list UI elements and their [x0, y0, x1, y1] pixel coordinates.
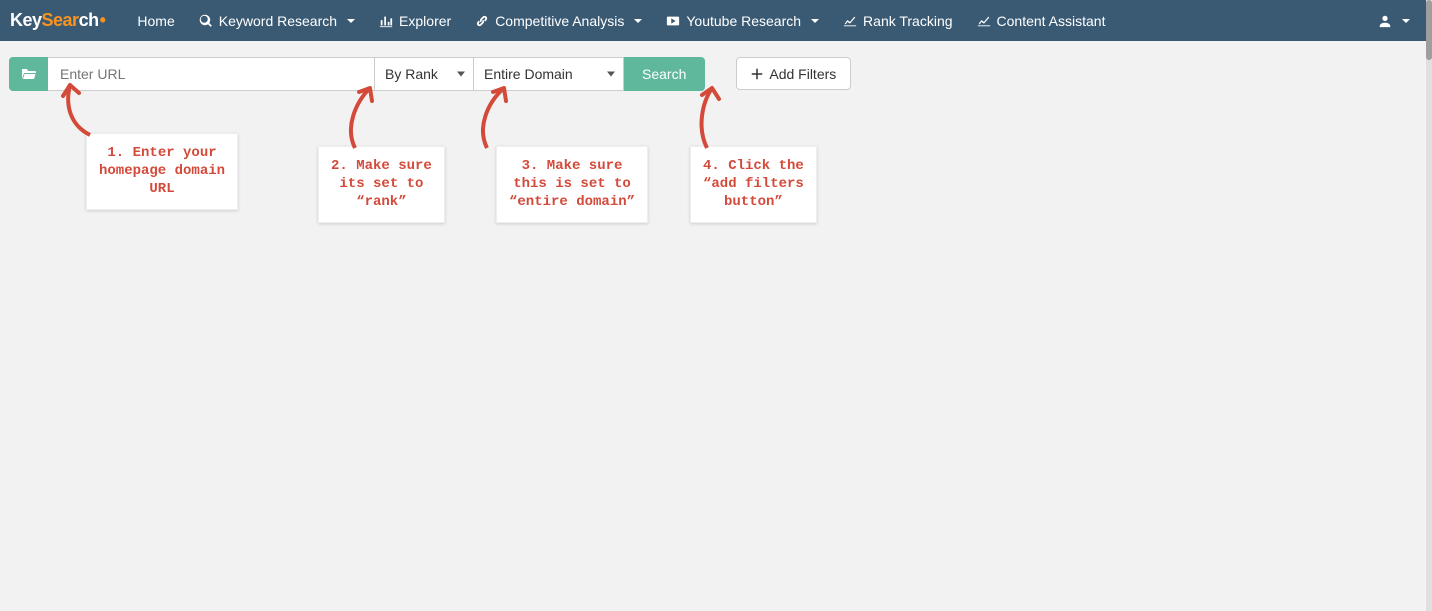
caret-down-icon [347, 19, 355, 23]
link-icon [475, 14, 489, 28]
user-menu[interactable] [1366, 0, 1422, 41]
scrollbar-track [1426, 0, 1432, 611]
url-input[interactable] [48, 57, 375, 91]
caret-down-icon [811, 19, 819, 23]
domain-scope-select[interactable]: Entire Domain [474, 57, 624, 91]
nav-keyword-research-label: Keyword Research [219, 13, 337, 29]
domain-scope-select-value: Entire Domain [484, 66, 573, 82]
rank-select-value: By Rank [385, 66, 438, 82]
nav-explorer[interactable]: Explorer [367, 0, 463, 41]
nav-explorer-label: Explorer [399, 13, 451, 29]
add-filters-label: Add Filters [769, 66, 836, 82]
add-filters-button[interactable]: Add Filters [736, 57, 851, 90]
annotation-arrow-2 [340, 83, 390, 153]
logo-part-key: Key [10, 10, 42, 31]
nav-right [1366, 0, 1422, 41]
nav-content-assistant-label: Content Assistant [997, 13, 1106, 29]
annotation-arrow-3 [472, 83, 522, 153]
nav-rank-tracking[interactable]: Rank Tracking [831, 0, 964, 41]
toolbar: By Rank Entire Domain Search Add Filters [0, 41, 1432, 91]
nav-home-label: Home [137, 13, 174, 29]
annotation-arrow-4 [692, 83, 742, 153]
logo[interactable]: KeySearch• [10, 10, 105, 31]
logo-dot-icon: • [100, 10, 106, 31]
navbar: KeySearch• Home Keyword Research Explore… [0, 0, 1432, 41]
line-chart-icon [977, 14, 991, 28]
line-chart-icon [843, 14, 857, 28]
nav-keyword-research[interactable]: Keyword Research [187, 0, 367, 41]
user-icon [1378, 14, 1392, 28]
annotation-1: 1. Enter your homepage domain URL [86, 133, 238, 210]
nav-home[interactable]: Home [125, 0, 186, 41]
logo-part-sear: Sear [42, 10, 79, 31]
nav-content-assistant[interactable]: Content Assistant [965, 0, 1118, 41]
nav-competitive-analysis[interactable]: Competitive Analysis [463, 0, 654, 41]
annotation-2: 2. Make sure its set to “rank” [318, 146, 445, 223]
nav-youtube-research[interactable]: Youtube Research [654, 0, 831, 41]
annotation-4: 4. Click the “add filters button” [690, 146, 817, 223]
folder-open-icon [21, 66, 37, 82]
nav-items: Home Keyword Research Explorer Competiti… [125, 0, 1117, 41]
caret-down-icon [634, 19, 642, 23]
nav-rank-tracking-label: Rank Tracking [863, 13, 952, 29]
caret-down-icon [1402, 19, 1410, 23]
logo-part-ch: ch [79, 10, 99, 31]
nav-competitive-analysis-label: Competitive Analysis [495, 13, 624, 29]
annotation-3: 3. Make sure this is set to “entire doma… [496, 146, 648, 223]
bar-chart-icon [379, 14, 393, 28]
youtube-icon [666, 14, 680, 28]
search-icon [199, 14, 213, 28]
rank-select[interactable]: By Rank [375, 57, 474, 91]
plus-icon [751, 68, 763, 80]
search-button[interactable]: Search [624, 57, 705, 91]
nav-youtube-research-label: Youtube Research [686, 13, 801, 29]
folder-open-button[interactable] [9, 57, 48, 91]
scrollbar-thumb[interactable] [1426, 0, 1432, 60]
